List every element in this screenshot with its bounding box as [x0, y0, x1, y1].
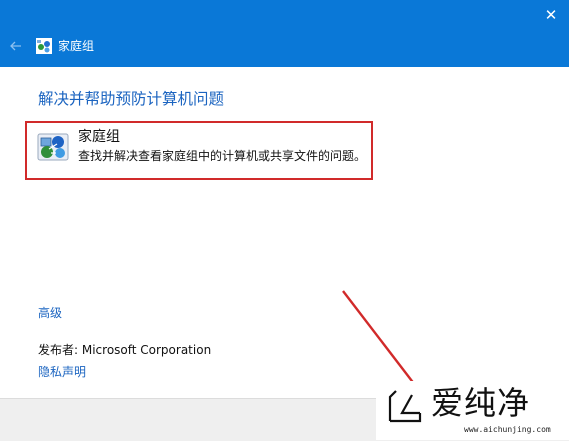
watermark: 爱纯净 www.aichunjing.com — [376, 381, 569, 440]
watermark-url: www.aichunjing.com — [464, 425, 551, 434]
homegroup-item-description[interactable]: 查找并解决查看家庭组中的计算机或共享文件的问题。 — [78, 148, 366, 165]
watermark-brand: 爱纯净 — [431, 384, 531, 422]
homegroup-icon[interactable] — [37, 131, 69, 163]
privacy-statement-link[interactable]: 隐私声明 — [38, 363, 86, 381]
page-heading: 解决并帮助预防计算机问题 — [38, 90, 225, 108]
homegroup-small-icon — [36, 38, 52, 54]
publisher-text: 发布者: Microsoft Corporation — [38, 343, 212, 357]
title-bar: ✕ 家庭组 — [0, 0, 569, 67]
homegroup-item-title[interactable]: 家庭组 — [78, 127, 120, 147]
advanced-link[interactable]: 高级 — [38, 304, 62, 322]
window-title: 家庭组 — [58, 39, 95, 53]
watermark-logo-icon — [388, 390, 422, 423]
close-icon[interactable]: ✕ — [542, 6, 560, 24]
back-arrow-icon[interactable] — [8, 38, 24, 54]
